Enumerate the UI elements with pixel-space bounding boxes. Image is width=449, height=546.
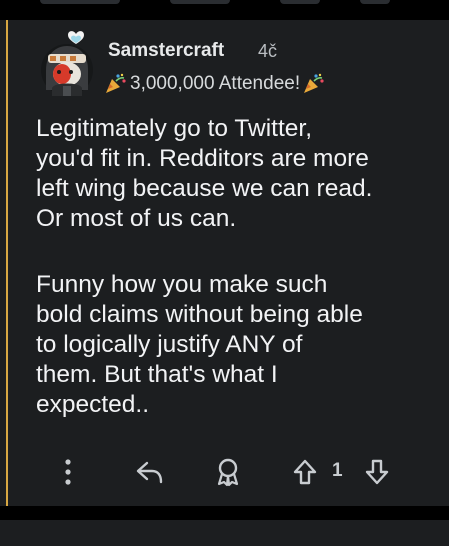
comment-age: 4č — [258, 41, 278, 61]
comment-separator — [0, 506, 449, 520]
reply-icon — [136, 461, 163, 484]
user-flair: 3,000,000 Attendee! — [104, 72, 326, 96]
comment-line: Legitimately go to Twitter, — [36, 115, 312, 142]
previous-content-edge — [0, 0, 449, 20]
avatar[interactable] — [36, 30, 98, 98]
avatar-image — [41, 31, 93, 96]
author-username[interactable]: Samstercraft — [108, 40, 224, 62]
reply-button[interactable] — [130, 452, 170, 492]
comment-line: you'd fit in. Redditors are more — [36, 145, 369, 172]
comment-line: them. But that's what I — [36, 361, 278, 388]
comment-line: bold claims without being able — [36, 301, 363, 328]
downvote-icon — [365, 459, 389, 485]
upvote-button[interactable] — [288, 452, 322, 492]
upvote-icon — [293, 459, 317, 485]
comment-line: Funny how you make such — [36, 271, 328, 298]
more-options-icon — [65, 459, 71, 485]
thread-line[interactable] — [6, 20, 8, 506]
next-comment-card — [0, 520, 449, 546]
flair-text: 3,000,000 Attendee! — [130, 73, 301, 94]
more-options-button[interactable] — [52, 452, 84, 492]
comment-paragraph: Funny how you make such bold claims with… — [36, 270, 436, 420]
comment-line: left wing because we can read. — [36, 175, 373, 202]
vote-count: 1 — [332, 460, 343, 481]
downvote-button[interactable] — [360, 452, 394, 492]
award-icon — [217, 458, 239, 487]
comment-line: Or most of us can. — [36, 205, 237, 232]
party-popper-icon — [104, 73, 128, 95]
award-button[interactable] — [210, 452, 246, 492]
comment-paragraph: Legitimately go to Twitter, you'd fit in… — [36, 114, 436, 234]
comment-line: to logically justify ANY of — [36, 331, 303, 358]
party-popper-icon — [302, 73, 326, 95]
comment-line: expected.. — [36, 391, 150, 418]
